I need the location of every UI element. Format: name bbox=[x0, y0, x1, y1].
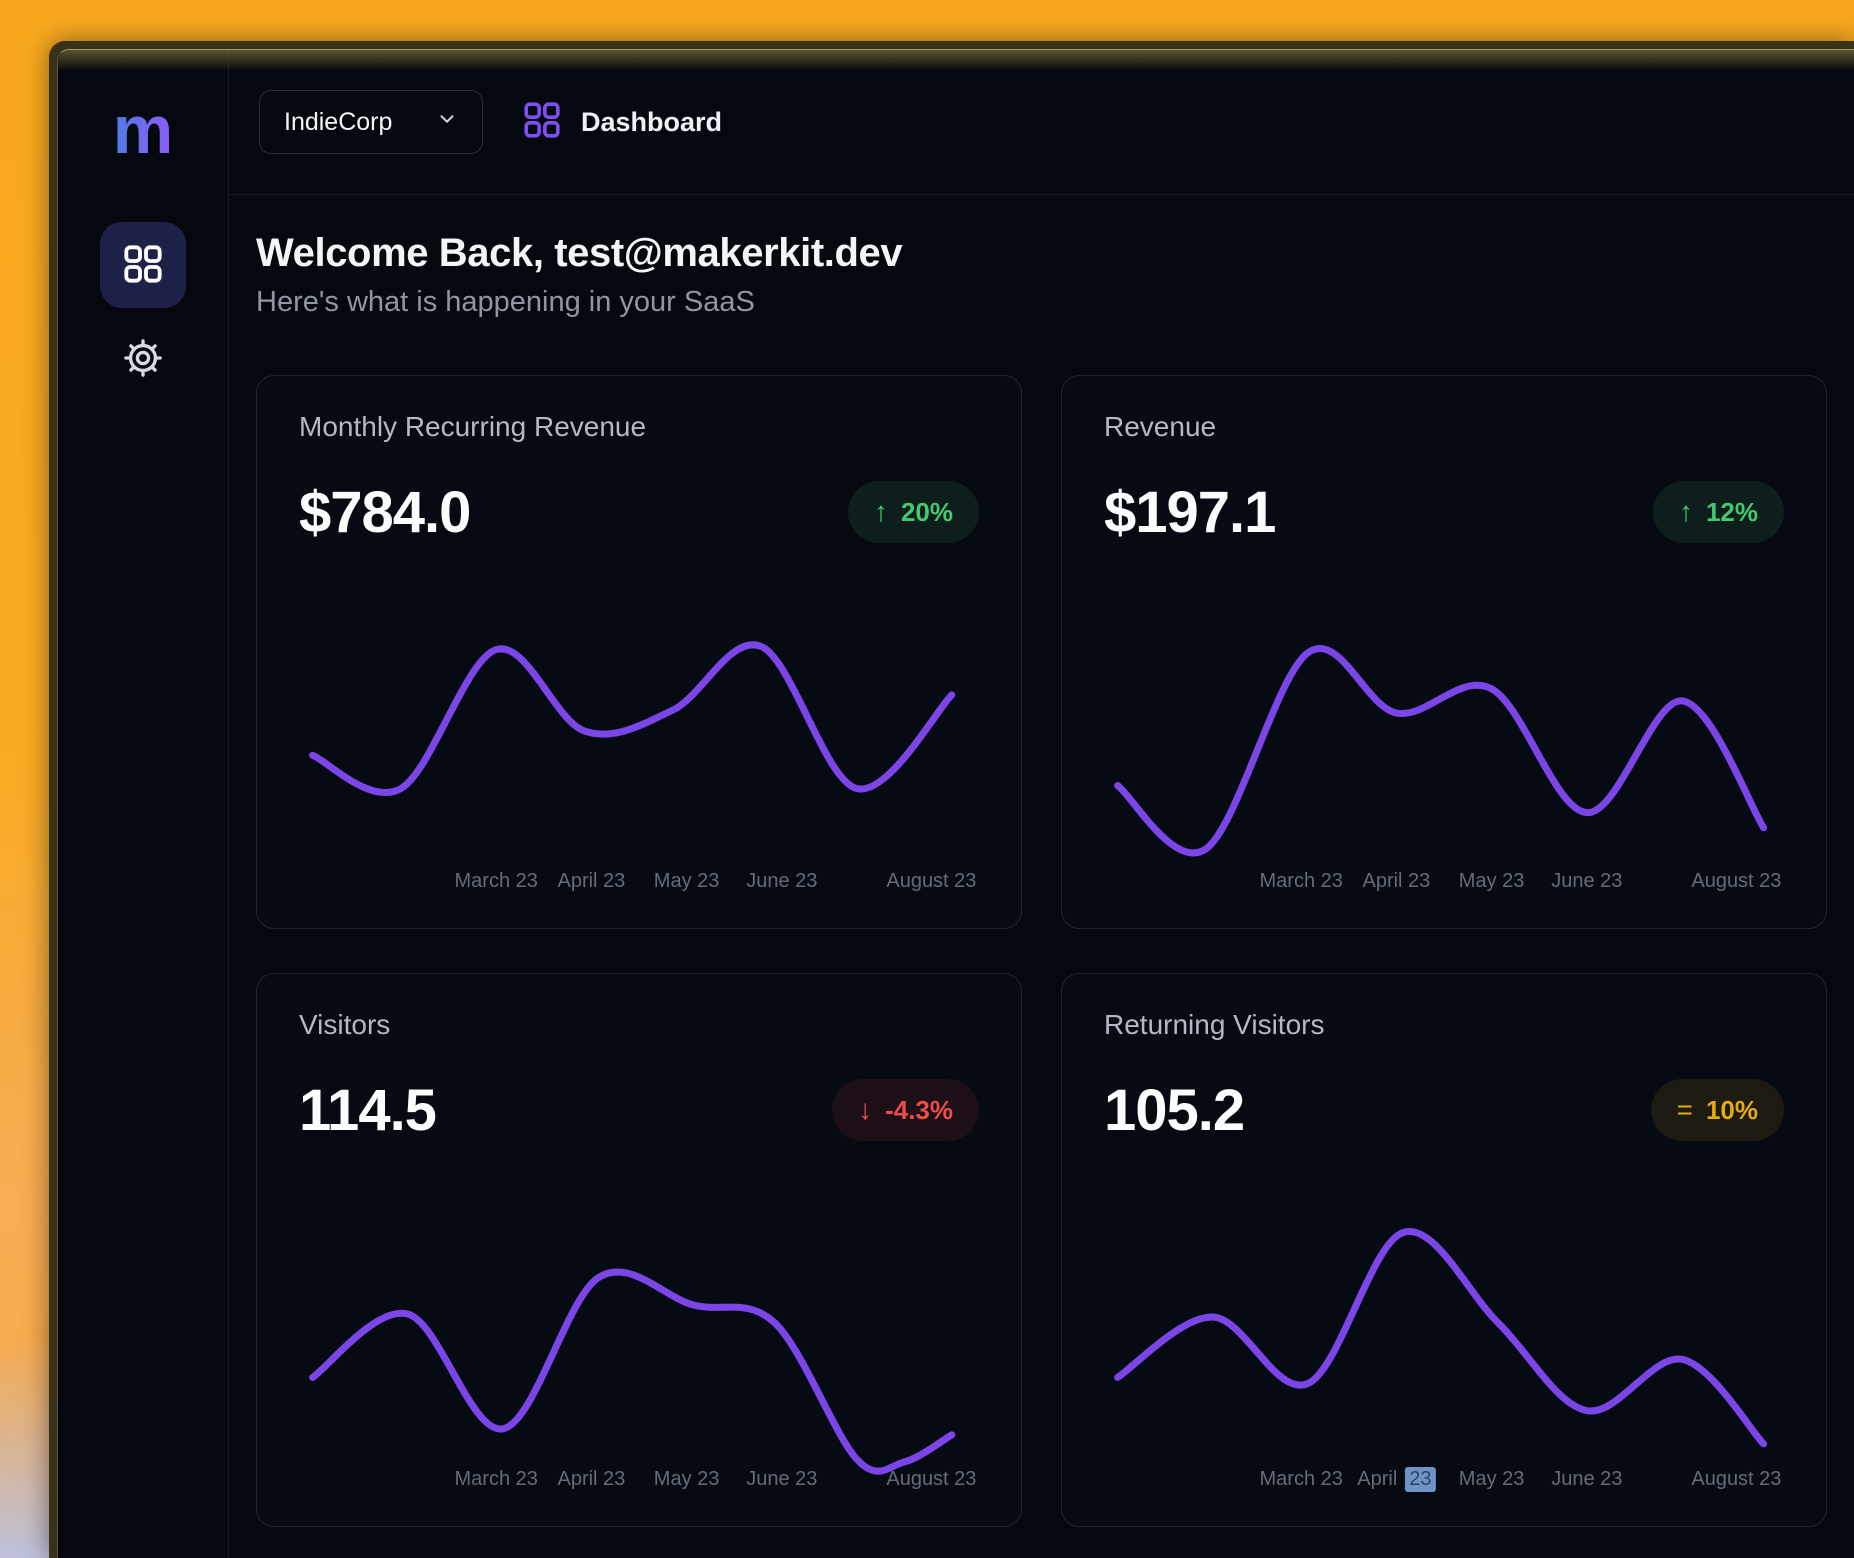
x-axis-label: May 23 bbox=[1459, 1468, 1525, 1491]
page-title: Dashboard bbox=[581, 107, 722, 138]
metric-card: Returning Visitors 105.2 = 10% March 23 A… bbox=[1061, 973, 1827, 1527]
welcome-subtitle: Here's what is happening in your SaaS bbox=[256, 286, 1827, 319]
x-axis-label: June 23 bbox=[1551, 870, 1622, 893]
chevron-down-icon bbox=[436, 108, 458, 137]
trend-value: 12% bbox=[1706, 497, 1758, 528]
trend-icon: ↓ bbox=[858, 1094, 872, 1126]
trend-value: 10% bbox=[1706, 1095, 1758, 1126]
main-area: IndieCorp Dashboard bbox=[229, 50, 1854, 1558]
x-axis-label: June 23 bbox=[1551, 1468, 1622, 1491]
x-axis: March 23 April23 May 23 June 23 August 23 bbox=[1104, 1462, 1784, 1496]
x-axis: March 23 April 23 May 23 June 23 August 23 bbox=[1104, 864, 1784, 898]
x-axis-label: August 23 bbox=[886, 1468, 976, 1491]
sidebar-item-dashboard[interactable] bbox=[100, 222, 186, 308]
x-axis-label: August 23 bbox=[1691, 870, 1781, 893]
x-axis-label: May 23 bbox=[654, 870, 720, 893]
x-axis-label: April 23 bbox=[1362, 870, 1430, 893]
trend-badge: ↑ 12% bbox=[1653, 481, 1784, 543]
team-selector-button[interactable]: IndieCorp bbox=[259, 90, 483, 154]
line-chart[interactable] bbox=[1104, 562, 1784, 864]
x-axis-label: August 23 bbox=[1691, 1468, 1781, 1491]
x-axis-label: April 23 bbox=[557, 1468, 625, 1491]
trend-icon: ↑ bbox=[874, 496, 888, 528]
x-axis-label: May 23 bbox=[1459, 870, 1525, 893]
card-title: Monthly Recurring Revenue bbox=[299, 412, 979, 442]
line-chart[interactable] bbox=[299, 562, 979, 864]
metric-value: 114.5 bbox=[299, 1077, 436, 1144]
selected-text: 23 bbox=[1405, 1467, 1435, 1492]
team-selector-label: IndieCorp bbox=[284, 108, 392, 137]
chart-line bbox=[1118, 648, 1764, 853]
x-axis-label: August 23 bbox=[886, 870, 976, 893]
line-chart[interactable] bbox=[299, 1160, 979, 1462]
x-axis: March 23 April 23 May 23 June 23 August 23 bbox=[299, 1462, 979, 1496]
x-axis-label: April 23 bbox=[557, 870, 625, 893]
x-axis-label: March 23 bbox=[1260, 870, 1343, 893]
x-axis: March 23 April 23 May 23 June 23 August 23 bbox=[299, 864, 979, 898]
x-axis-label: March 23 bbox=[1260, 1468, 1343, 1491]
sidebar-item-settings[interactable] bbox=[116, 336, 170, 383]
page-content: Welcome Back, test@makerkit.dev Here's w… bbox=[229, 195, 1854, 1527]
app-window: m bbox=[57, 49, 1854, 1558]
x-axis-label: March 23 bbox=[455, 1468, 538, 1491]
app-header: IndieCorp Dashboard bbox=[229, 50, 1854, 195]
trend-icon: = bbox=[1677, 1094, 1693, 1126]
chart-line bbox=[313, 1272, 952, 1471]
trend-value: 20% bbox=[901, 497, 953, 528]
page-heading: Dashboard bbox=[523, 101, 722, 144]
trend-icon: ↑ bbox=[1679, 496, 1693, 528]
metric-card: Visitors 114.5 ↓ -4.3% March 23April 23M… bbox=[256, 973, 1022, 1527]
card-title: Revenue bbox=[1104, 412, 1784, 442]
metric-value: $784.0 bbox=[299, 479, 470, 546]
trend-badge: ↑ 20% bbox=[848, 481, 979, 543]
metric-cards: Monthly Recurring Revenue $784.0 ↑ 20% M… bbox=[256, 375, 1827, 1527]
value-row: 114.5 ↓ -4.3% bbox=[299, 1078, 979, 1142]
chart-line bbox=[313, 645, 952, 793]
dashboard-grid-icon bbox=[523, 101, 561, 144]
metric-value: 105.2 bbox=[1104, 1077, 1244, 1144]
metric-card: Revenue $197.1 ↑ 12% March 23 April 23 May… bbox=[1061, 375, 1827, 929]
card-title: Visitors bbox=[299, 1010, 979, 1040]
x-axis-label: June 23 bbox=[746, 870, 817, 893]
sidebar: m bbox=[58, 50, 229, 1558]
x-axis-label: May 23 bbox=[654, 1468, 720, 1491]
metric-value: $197.1 bbox=[1104, 479, 1275, 546]
makerkit-logo: m bbox=[113, 102, 173, 158]
metric-card: Monthly Recurring Revenue $784.0 ↑ 20% M… bbox=[256, 375, 1022, 929]
chart-line bbox=[1118, 1232, 1764, 1444]
x-axis-label: March 23 bbox=[455, 870, 538, 893]
value-row: $784.0 ↑ 20% bbox=[299, 480, 979, 544]
x-axis-label: April23 bbox=[1357, 1468, 1435, 1491]
card-title: Returning Visitors bbox=[1104, 1010, 1784, 1040]
welcome-title: Welcome Back, test@makerkit.dev bbox=[256, 231, 1827, 276]
trend-badge: = 10% bbox=[1651, 1079, 1784, 1141]
gear-icon bbox=[122, 337, 164, 382]
x-axis-label: June 23 bbox=[746, 1468, 817, 1491]
trend-value: -4.3% bbox=[885, 1095, 953, 1126]
value-row: $197.1 ↑ 12% bbox=[1104, 480, 1784, 544]
line-chart[interactable] bbox=[1104, 1160, 1784, 1462]
trend-badge: ↓ -4.3% bbox=[832, 1079, 979, 1141]
grid-icon bbox=[123, 244, 163, 287]
value-row: 105.2 = 10% bbox=[1104, 1078, 1784, 1142]
